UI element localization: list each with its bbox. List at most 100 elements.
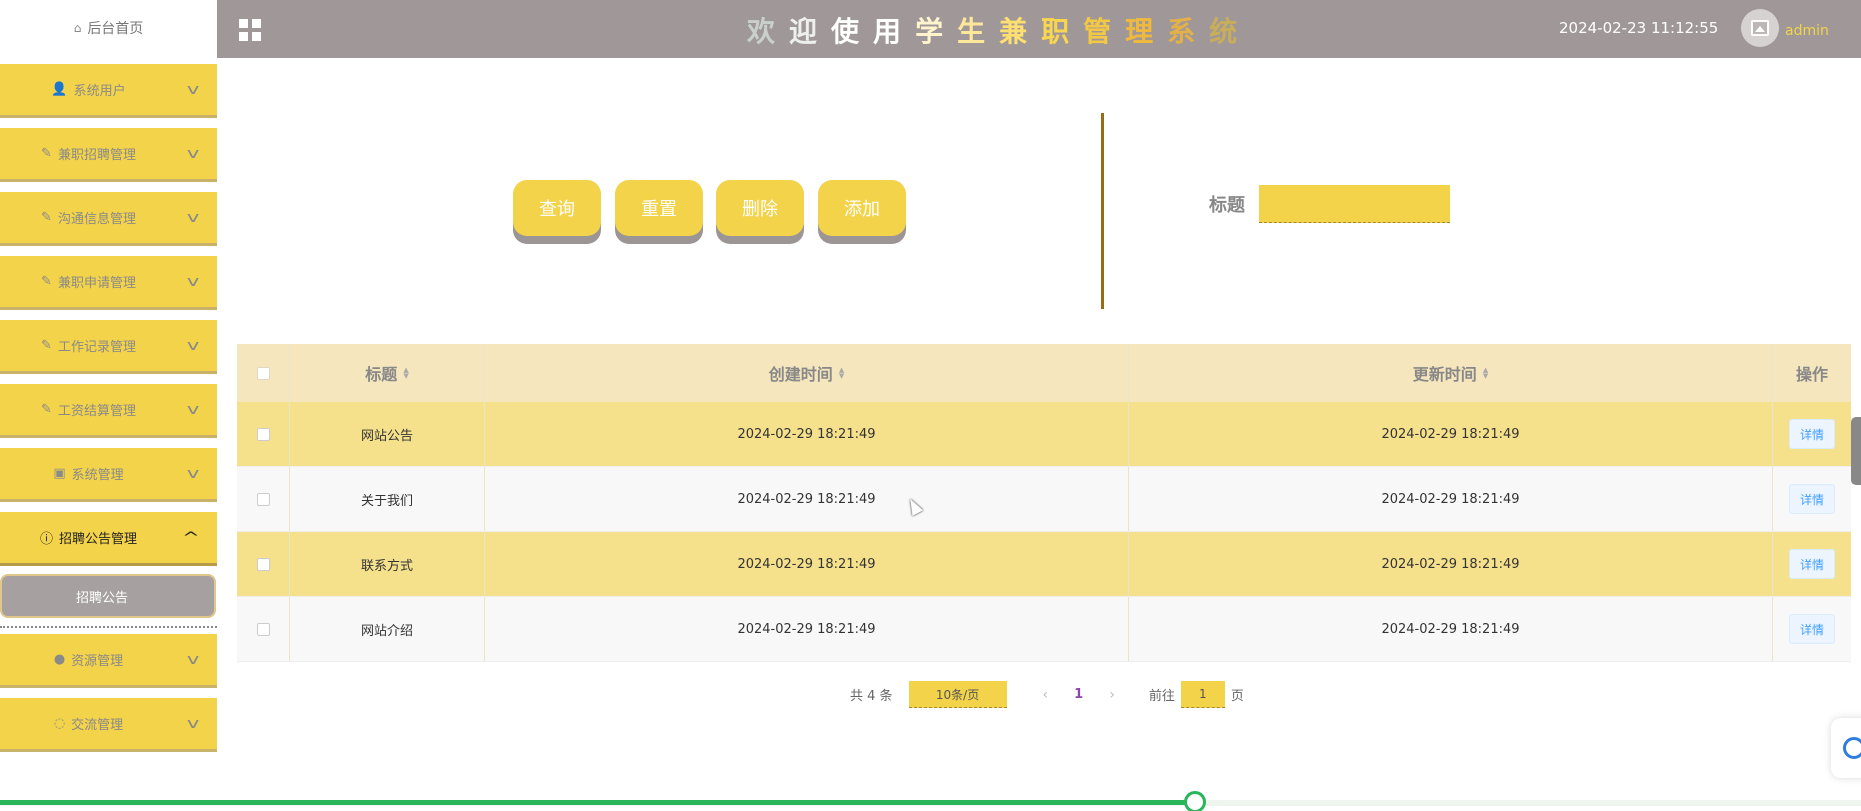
query-button[interactable]: 查询 xyxy=(513,180,601,236)
row-select-cell xyxy=(237,402,290,466)
reset-button[interactable]: 重置 xyxy=(615,180,703,236)
sidebar-item-content: ✎ 沟通信息管理 xyxy=(0,208,177,227)
table-row[interactable]: 网站介绍 2024-02-29 18:21:49 2024-02-29 18:21:… xyxy=(237,597,1851,662)
chevron-down-icon: v xyxy=(186,465,200,482)
row-checkbox[interactable] xyxy=(256,427,270,441)
sidebar-item[interactable]: ✎ 工资结算管理 v xyxy=(0,384,217,438)
site-title: 欢迎使用学生兼职管理系统 xyxy=(747,10,1251,50)
page-size-select[interactable]: 10条/页 xyxy=(908,681,1007,708)
data-table: 标题 ▲ ▼ 创建时间 ▲ ▼ 更新时间 ▲ ▼ 操作 网站公告 2024-02-29 18:… xyxy=(237,344,1851,662)
title-char: 生 xyxy=(957,15,1000,48)
cell-updated: 2024-02-29 18:21:49 xyxy=(1129,532,1773,596)
detail-button[interactable]: 详情 xyxy=(1789,614,1835,644)
cell-updated: 2024-02-29 18:21:49 xyxy=(1129,597,1773,661)
sidebar-item[interactable]: ✎ 兼职招聘管理 v xyxy=(0,128,217,182)
header-updated[interactable]: 更新时间 ▲ ▼ xyxy=(1129,344,1773,402)
submenu: 招聘公告 xyxy=(0,574,217,628)
header-created[interactable]: 创建时间 ▲ ▼ xyxy=(485,344,1129,402)
prev-page-icon[interactable]: ‹ xyxy=(1043,687,1049,703)
avatar[interactable] xyxy=(1741,9,1779,47)
cell-created: 2024-02-29 18:21:49 xyxy=(485,402,1129,466)
table-row[interactable]: 网站公告 2024-02-29 18:21:49 2024-02-29 18:21:… xyxy=(237,402,1851,467)
goto-page-input[interactable]: 1 xyxy=(1180,681,1225,708)
current-datetime: 2024-02-23 11:12:55 xyxy=(1559,19,1719,37)
menu-toggle-icon[interactable] xyxy=(239,19,261,41)
progress-handle[interactable] xyxy=(1184,791,1206,811)
title-char: 管 xyxy=(1083,15,1126,48)
header-action: 操作 xyxy=(1773,344,1851,402)
sidebar-item[interactable]: ✎ 工作记录管理 v xyxy=(0,320,217,374)
sidebar-item[interactable]: ⓘ 招聘公告管理 ^ xyxy=(0,512,217,566)
cell-title: 关于我们 xyxy=(290,467,485,531)
submenu-item[interactable]: 招聘公告 xyxy=(0,574,216,618)
detail-button[interactable]: 详情 xyxy=(1789,484,1835,514)
sidebar: ⌂ 后台首页 👤 系统用户 v ✎ 兼职招聘管理 v ✎ 沟通信息管理 v ✎ 兼职申请管理 v ✎ 工作… xyxy=(0,0,217,811)
cell-action: 详情 xyxy=(1773,467,1851,531)
edit-icon: ✎ xyxy=(41,146,52,161)
sort-icon[interactable]: ▲ ▼ xyxy=(403,367,408,380)
sort-icon[interactable]: ▲ ▼ xyxy=(839,367,844,380)
header-title[interactable]: 标题 ▲ ▼ xyxy=(290,344,485,402)
app-root: ⌂ 后台首页 👤 系统用户 v ✎ 兼职招聘管理 v ✎ 沟通信息管理 v ✎ 兼职申请管理 v ✎ 工作… xyxy=(0,0,1861,811)
cell-updated: 2024-02-29 18:21:49 xyxy=(1129,402,1773,466)
scrollbar-thumb[interactable] xyxy=(1851,417,1861,485)
sidebar-item[interactable]: 👤 系统用户 v xyxy=(0,64,217,118)
chevron-down-icon: v xyxy=(186,209,200,226)
header-updated-label: 更新时间 xyxy=(1412,365,1477,384)
sidebar-item[interactable]: ◌ 交流管理 v xyxy=(0,698,217,752)
search-title-input[interactable] xyxy=(1259,185,1450,223)
next-page-icon[interactable]: › xyxy=(1109,687,1115,703)
chevron-down-icon: v xyxy=(186,651,200,668)
cell-title: 网站公告 xyxy=(290,402,485,466)
title-char: 职 xyxy=(1041,15,1084,48)
table-row[interactable]: 联系方式 2024-02-29 18:21:49 2024-02-29 18:21:… xyxy=(237,532,1851,597)
row-checkbox[interactable] xyxy=(256,557,270,571)
detail-button[interactable]: 详情 xyxy=(1789,549,1835,579)
current-page[interactable]: 1 xyxy=(1074,687,1083,702)
progress-fill xyxy=(0,800,1195,805)
edit-icon: ✎ xyxy=(41,338,52,353)
sidebar-item-content: ✎ 工作记录管理 xyxy=(0,336,177,355)
sort-icon[interactable]: ▲ ▼ xyxy=(1483,367,1488,380)
cell-created: 2024-02-29 18:21:49 xyxy=(485,467,1129,531)
delete-button[interactable]: 删除 xyxy=(716,180,804,236)
image-icon xyxy=(1751,20,1769,36)
cell-title: 联系方式 xyxy=(290,532,485,596)
sidebar-item-label: 沟通信息管理 xyxy=(57,212,136,227)
edit-icon: ✎ xyxy=(41,210,52,225)
sidebar-item[interactable]: ▣ 系统管理 v xyxy=(0,448,217,502)
detail-button[interactable]: 详情 xyxy=(1789,419,1835,449)
username[interactable]: admin xyxy=(1785,23,1829,39)
sidebar-item-content: ▣ 系统管理 xyxy=(0,464,177,483)
title-char: 迎 xyxy=(789,15,832,48)
edit-icon: ✎ xyxy=(41,274,52,289)
add-button[interactable]: 添加 xyxy=(818,180,906,236)
title-char: 兼 xyxy=(999,15,1042,48)
sidebar-item-label: 工作记录管理 xyxy=(57,340,136,355)
table-body: 网站公告 2024-02-29 18:21:49 2024-02-29 18:21:… xyxy=(237,402,1851,662)
sidebar-item[interactable]: ✎ 沟通信息管理 v xyxy=(0,192,217,246)
chat-icon: ◌ xyxy=(53,716,66,731)
goto-suffix: 页 xyxy=(1230,689,1244,704)
chevron-down-icon: v xyxy=(186,145,200,162)
cell-action: 详情 xyxy=(1773,402,1851,466)
row-checkbox[interactable] xyxy=(256,622,270,636)
sidebar-home[interactable]: ⌂ 后台首页 xyxy=(0,0,217,56)
widget-icon xyxy=(1843,737,1861,759)
sidebar-item-label: 兼职申请管理 xyxy=(57,276,136,291)
sidebar-item-label: 招聘公告管理 xyxy=(59,532,138,547)
select-all-checkbox[interactable] xyxy=(256,366,270,380)
title-char: 系 xyxy=(1167,15,1210,48)
table-row[interactable]: 关于我们 2024-02-29 18:21:49 2024-02-29 18:21:… xyxy=(237,467,1851,532)
floating-widget[interactable] xyxy=(1831,718,1861,778)
user-icon: 👤 xyxy=(51,82,68,97)
cell-action: 详情 xyxy=(1773,597,1851,661)
sidebar-item[interactable]: ✎ 兼职申请管理 v xyxy=(0,256,217,310)
cell-action: 详情 xyxy=(1773,532,1851,596)
row-checkbox[interactable] xyxy=(256,492,270,506)
sidebar-item[interactable]: ● 资源管理 v xyxy=(0,634,217,688)
title-char: 用 xyxy=(873,15,916,48)
title-char: 理 xyxy=(1125,15,1168,48)
sidebar-item-content: ● 资源管理 xyxy=(0,650,177,669)
chevron-down-icon: v xyxy=(186,337,200,354)
